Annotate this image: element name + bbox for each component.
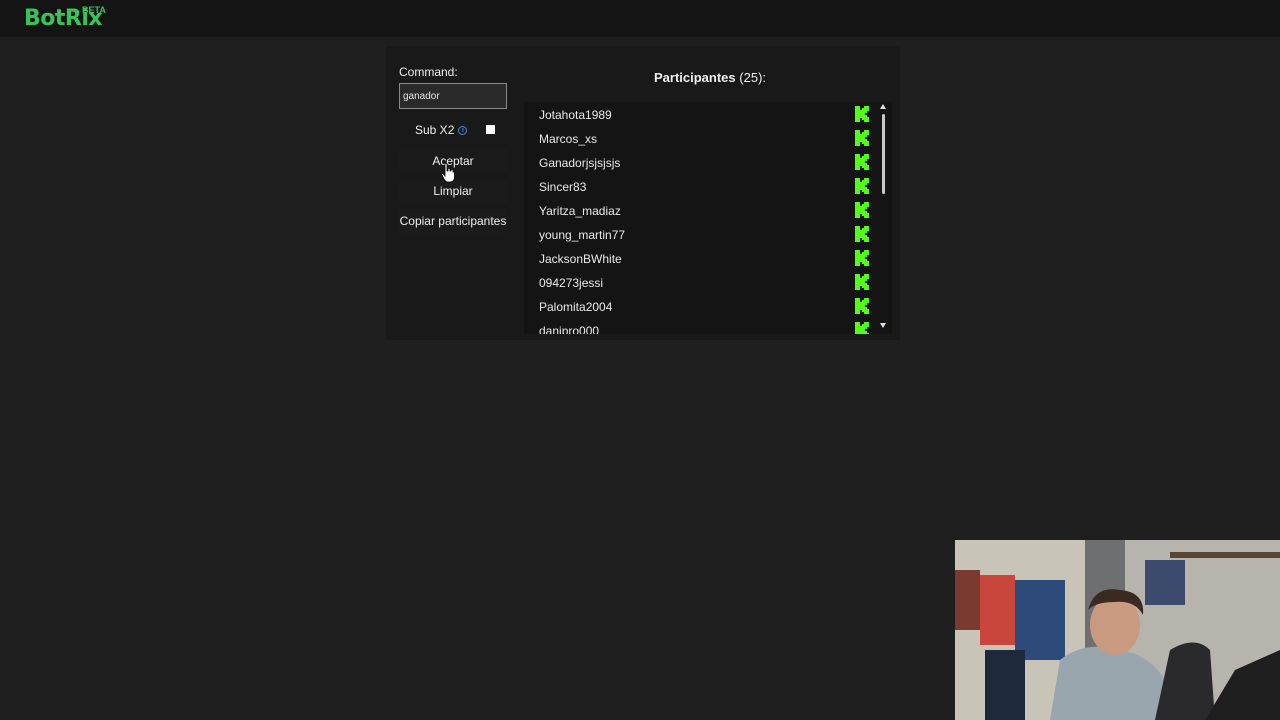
participant-row: young_martin77 xyxy=(539,223,869,247)
participant-name: danipro000 xyxy=(539,324,600,334)
giveaway-panel: Command: Sub X2 i Aceptar Limpiar Copiar… xyxy=(386,46,900,340)
participant-row: danipro000 xyxy=(539,319,869,334)
scroll-up-arrow[interactable] xyxy=(880,104,886,109)
kick-icon xyxy=(855,178,869,194)
info-icon[interactable]: i xyxy=(458,125,468,135)
top-bar: BotRix BETA xyxy=(0,0,1280,37)
participant-name: Marcos_xs xyxy=(539,132,598,146)
kick-icon xyxy=(855,130,869,146)
sub-x2-checkbox[interactable] xyxy=(486,125,495,134)
participant-row: 094273jessi xyxy=(539,271,869,295)
participant-name: 094273jessi xyxy=(539,276,604,290)
sub-x2-label: Sub X2 xyxy=(415,123,455,137)
command-input[interactable] xyxy=(399,83,507,109)
participant-row: Palomita2004 xyxy=(539,295,869,319)
participant-name: JacksonBWhite xyxy=(539,252,622,266)
copy-participants-button[interactable]: Copiar participantes xyxy=(399,209,507,233)
kick-icon xyxy=(855,106,869,122)
participant-row: Yaritza_madiaz xyxy=(539,199,869,223)
participant-row: Ganadorjsjsjsjs xyxy=(539,151,869,175)
participant-row: Marcos_xs xyxy=(539,127,869,151)
participant-name: Palomita2004 xyxy=(539,300,613,314)
kick-icon xyxy=(855,274,869,290)
scroll-down-arrow[interactable] xyxy=(880,323,886,328)
kick-icon xyxy=(855,202,869,218)
participant-name: Yaritza_madiaz xyxy=(539,204,621,218)
kick-icon xyxy=(855,226,869,242)
participant-name: young_martin77 xyxy=(539,228,626,242)
kick-icon xyxy=(855,298,869,314)
sub-x2-row: Sub X2 i xyxy=(415,123,468,137)
participant-row: Sincer83 xyxy=(539,175,869,199)
webcam-overlay xyxy=(955,540,1280,720)
scrollbar-thumb[interactable] xyxy=(882,114,885,194)
participants-count: (25): xyxy=(739,70,767,85)
mouse-cursor-icon xyxy=(441,163,455,183)
participant-row: JacksonBWhite xyxy=(539,247,869,271)
participants-list[interactable]: Jotahota1989 Marcos_xs Ganadorjsjsjsjs Sinc… xyxy=(524,102,892,334)
participants-title-label: Participantes xyxy=(654,70,736,85)
kick-icon xyxy=(855,154,869,170)
participant-name: Jotahota1989 xyxy=(539,108,612,122)
kick-icon xyxy=(855,250,869,266)
command-label: Command: xyxy=(399,65,458,79)
participant-name: Ganadorjsjsjsjs xyxy=(539,156,621,170)
participant-row: Jotahota1989 xyxy=(539,103,869,127)
participant-name: Sincer83 xyxy=(539,180,587,194)
beta-badge: BETA xyxy=(82,5,106,15)
participants-title: Participantes (25): xyxy=(654,70,766,85)
kick-icon xyxy=(855,322,869,334)
webcam-image xyxy=(955,540,1280,720)
